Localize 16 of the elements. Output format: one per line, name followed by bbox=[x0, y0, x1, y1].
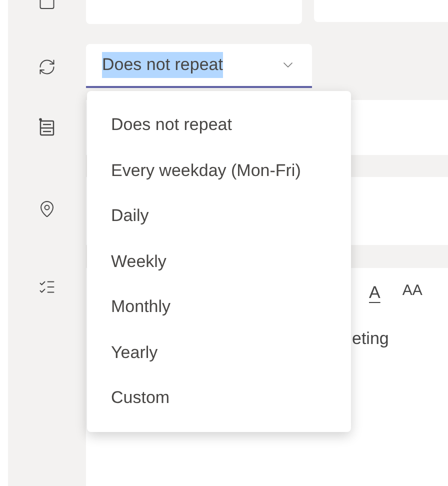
location-icon bbox=[38, 200, 56, 218]
details-icon bbox=[39, 118, 55, 136]
menu-item[interactable]: Every weekday (Mon-Fri) bbox=[87, 148, 351, 193]
menu-item[interactable]: Yearly bbox=[87, 330, 351, 375]
menu-item[interactable]: Does not repeat bbox=[87, 102, 351, 148]
font-size-button[interactable]: AA bbox=[402, 280, 422, 306]
repeat-icon bbox=[38, 58, 56, 76]
menu-item[interactable]: Weekly bbox=[87, 238, 351, 284]
repeat-value: Does not repeat bbox=[102, 52, 223, 78]
list-icon bbox=[38, 278, 56, 296]
editor-text: eting bbox=[351, 328, 390, 350]
menu-item[interactable]: Monthly bbox=[87, 284, 351, 330]
font-color-button[interactable]: A bbox=[369, 280, 380, 306]
repeat-dropdown[interactable]: Does not repeat bbox=[86, 44, 312, 88]
menu-item[interactable]: Daily bbox=[87, 193, 351, 238]
menu-item[interactable]: Custom bbox=[87, 375, 351, 420]
